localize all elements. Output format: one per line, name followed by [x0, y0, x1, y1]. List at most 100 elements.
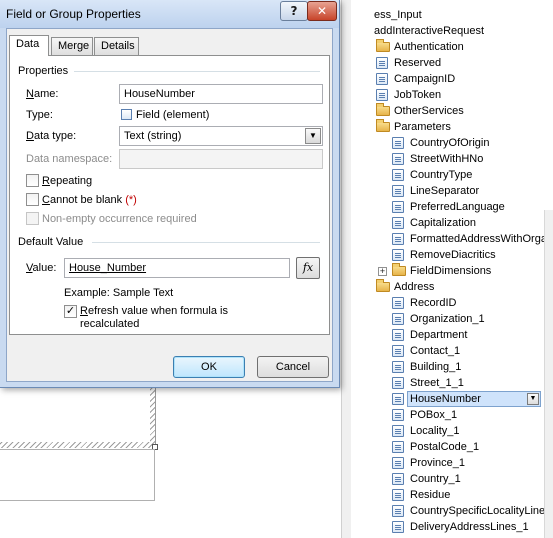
tree-item-label: Organization_1: [410, 313, 485, 325]
help-button[interactable]: ?: [280, 1, 308, 21]
tree-item[interactable]: CountryOfOrigin: [352, 135, 544, 151]
data-source-tree: ess_Input addInteractiveRequest Authentica…: [352, 0, 553, 538]
tree-item[interactable]: Locality_1: [352, 423, 544, 439]
type-label: Type:: [26, 109, 53, 121]
field-icon: [392, 377, 404, 389]
field-icon: [392, 425, 404, 437]
cannot-be-blank-label: Cannot be blank (*): [42, 194, 137, 206]
tree-item-label: Residue: [410, 489, 451, 501]
section-content: [0, 388, 150, 442]
data-namespace-label: Data namespace:: [26, 153, 113, 165]
tree-item[interactable]: Reserved: [352, 55, 544, 71]
tree-item[interactable]: LineSeparator: [352, 183, 544, 199]
data-type-select[interactable]: Text (string) ▼: [119, 126, 323, 146]
tree-item[interactable]: CampaignID: [352, 71, 544, 87]
field-icon: [392, 153, 404, 165]
repeating-checkbox[interactable]: [26, 174, 39, 187]
canvas-divider: [0, 449, 155, 450]
group-folder-icon: [376, 39, 390, 52]
tree-item[interactable]: Authentication: [352, 39, 544, 55]
tree-item[interactable]: Residue: [352, 487, 544, 503]
field-icon: [376, 57, 388, 69]
tree-item[interactable]: Department: [352, 327, 544, 343]
tree-item[interactable]: Province_1: [352, 455, 544, 471]
tree-item[interactable]: Building_1: [352, 359, 544, 375]
chevron-down-icon[interactable]: ▼: [305, 128, 321, 144]
tree-item-selected[interactable]: ▼ HouseNumber: [352, 391, 544, 407]
field-icon: [392, 137, 404, 149]
field-icon: [392, 473, 404, 485]
expand-icon[interactable]: +: [378, 267, 387, 276]
group-folder-icon: [392, 263, 406, 276]
tree-item[interactable]: Parameters: [352, 119, 544, 135]
tree-item[interactable]: Address: [352, 279, 544, 295]
tree-item-label: FormattedAddressWithOrga: [410, 233, 547, 245]
tree-item-label: Department: [410, 329, 468, 341]
field-icon: [392, 345, 404, 357]
refresh-checkbox[interactable]: ✓: [64, 305, 77, 318]
tree-item[interactable]: POBox_1: [352, 407, 544, 423]
tree-item-label: LineSeparator: [410, 185, 480, 197]
tree-item-label: CountryOfOrigin: [410, 137, 490, 149]
value-label: Value:: [26, 262, 57, 274]
group-folder-icon: [376, 103, 390, 116]
tree-item[interactable]: Country_1: [352, 471, 544, 487]
tree-item[interactable]: Contact_1: [352, 343, 544, 359]
tree-item-label: Building_1: [410, 361, 462, 373]
tree-item[interactable]: Capitalization: [352, 215, 544, 231]
dialog-titlebar[interactable]: Field or Group Properties ? ✕: [0, 0, 339, 28]
ok-button[interactable]: OK: [173, 356, 245, 378]
tree-item[interactable]: JobToken: [352, 87, 544, 103]
type-value: Field (element): [121, 109, 209, 121]
tree-item-label: DeliveryAddressLines_1: [410, 521, 529, 533]
tree-item-label: JobToken: [394, 89, 442, 101]
tree-item[interactable]: Organization_1: [352, 311, 544, 327]
default-value-header: Default Value: [18, 236, 84, 248]
cannot-be-blank-checkbox[interactable]: [26, 193, 39, 206]
tree-item[interactable]: OtherServices: [352, 103, 544, 119]
group-folder-icon: [376, 279, 390, 292]
tree-item[interactable]: DeliveryAddressLines_1: [352, 519, 544, 535]
tree-item-label: Contact_1: [410, 345, 461, 357]
tree-item-label: Province_1: [410, 457, 466, 469]
tree-item-label: Authentication: [394, 41, 464, 53]
tree-item[interactable]: ess_Input: [352, 7, 544, 23]
tab-data[interactable]: Data: [9, 35, 49, 56]
field-icon: [392, 313, 404, 325]
field-icon: [392, 393, 404, 405]
tab-merge[interactable]: Merge: [51, 37, 93, 55]
formula-button[interactable]: fx: [296, 257, 320, 279]
tree-item-label: OtherServices: [394, 105, 464, 117]
tree-item[interactable]: CountryType: [352, 167, 544, 183]
tab-details[interactable]: Details: [94, 37, 139, 55]
tree-item[interactable]: FormattedAddressWithOrga: [352, 231, 547, 247]
tree-item-label: CampaignID: [394, 73, 456, 85]
tree-item[interactable]: RecordID: [352, 295, 544, 311]
field-icon: [392, 169, 404, 181]
tree-item[interactable]: PostalCode_1: [352, 439, 544, 455]
tree-item-label: addInteractiveRequest: [374, 25, 485, 37]
name-input[interactable]: HouseNumber: [119, 84, 323, 104]
tree-item-label: RemoveDiacritics: [410, 249, 496, 261]
tree-item-label: Reserved: [394, 57, 442, 69]
tree-item[interactable]: CountrySpecificLocalityLine_: [352, 503, 551, 519]
tree-item-label: Locality_1: [410, 425, 460, 437]
field-icon: [376, 73, 388, 85]
tree-item-label: Street_1_1: [410, 377, 464, 389]
tree-item[interactable]: addInteractiveRequest: [352, 23, 544, 39]
non-empty-checkbox: [26, 212, 39, 225]
tree-item[interactable]: Street_1_1: [352, 375, 544, 391]
tree-scrollbar[interactable]: [544, 210, 553, 538]
tree-item[interactable]: + FieldDimensions: [352, 263, 544, 279]
tree-item[interactable]: RemoveDiacritics: [352, 247, 544, 263]
tree-item[interactable]: PreferredLanguage: [352, 199, 544, 215]
default-value-input[interactable]: House_Number: [64, 258, 290, 278]
close-button[interactable]: ✕: [307, 1, 337, 21]
chevron-down-icon[interactable]: ▼: [527, 393, 539, 405]
pane-splitter[interactable]: [341, 0, 351, 538]
cancel-button[interactable]: Cancel: [257, 356, 329, 378]
tree-item[interactable]: StreetWithHNo: [352, 151, 544, 167]
field-icon: [392, 489, 404, 501]
dialog-title: Field or Group Properties: [6, 7, 141, 21]
tree-item-label: POBox_1: [410, 409, 458, 421]
